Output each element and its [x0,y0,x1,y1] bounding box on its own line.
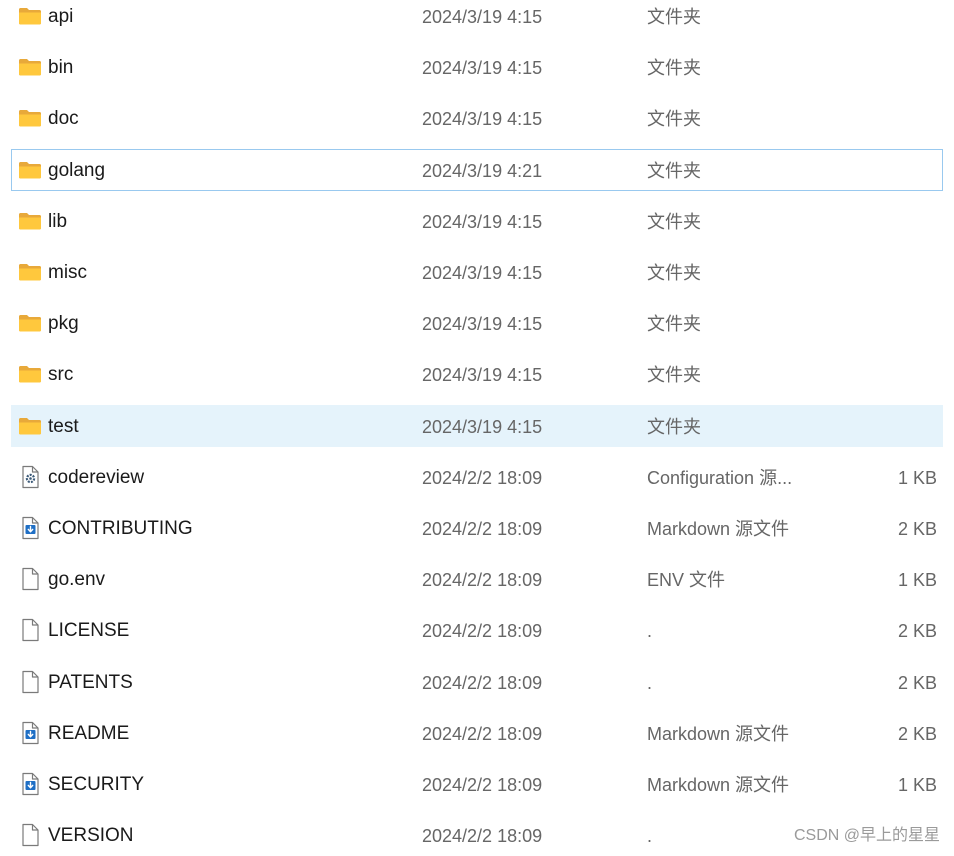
file-name: codereview [48,467,145,488]
file-name: bin [48,57,74,78]
config-file-icon [18,465,42,489]
file-row-go-env[interactable]: go.env 2024/2/2 18:09 ENV 文件 1 KB [11,558,943,600]
folder-icon [18,260,42,284]
file-name: LICENSE [48,620,130,641]
file-name: golang [48,160,106,181]
blank-file-icon [18,618,42,642]
file-date-modified: 2024/3/19 4:15 [422,365,543,385]
file-row-lib[interactable]: lib 2024/3/19 4:15 文件夹 [11,200,943,242]
file-size: 1 KB [897,468,937,488]
file-type: 文件夹 [647,58,701,78]
folder-icon [18,106,42,130]
file-type: 文件夹 [647,109,701,129]
folder-icon [18,158,42,182]
blank-file-icon [18,567,42,591]
markdown-file-icon [18,772,42,796]
file-type: 文件夹 [647,161,701,181]
file-row-api[interactable]: api 2024/3/19 4:15 文件夹 [11,0,943,37]
file-name: PATENTS [48,672,133,693]
file-name: doc [48,108,79,129]
file-date-modified: 2024/3/19 4:15 [422,212,543,232]
file-name: misc [48,262,88,283]
file-row-bin[interactable]: bin 2024/3/19 4:15 文件夹 [11,46,943,88]
file-type: Markdown 源文件 [647,519,790,539]
file-name: README [48,723,130,744]
folder-icon [18,414,42,438]
file-type: ENV 文件 [647,570,726,590]
file-name: CONTRIBUTING [48,518,193,539]
file-row-golang[interactable]: golang 2024/3/19 4:21 文件夹 [11,149,943,191]
file-type: Markdown 源文件 [647,775,790,795]
file-type: 文件夹 [647,7,701,27]
file-name: src [48,364,74,385]
file-name: pkg [48,313,79,334]
file-date-modified: 2024/3/19 4:15 [422,58,543,78]
file-type: . [647,673,653,693]
file-row-patents[interactable]: PATENTS 2024/2/2 18:09. 2 KB [11,661,943,703]
file-name: test [48,416,79,437]
file-date-modified: 2024/3/19 4:15 [422,109,543,129]
file-size: 2 KB [897,519,937,539]
file-type: 文件夹 [647,314,701,334]
file-date-modified: 2024/2/2 18:09 [422,621,543,641]
file-date-modified: 2024/3/19 4:15 [422,314,543,334]
file-date-modified: 2024/3/19 4:15 [422,7,543,27]
file-date-modified: 2024/3/19 4:21 [422,161,543,181]
file-size: 1 KB [897,775,937,795]
file-type: 文件夹 [647,263,701,283]
folder-icon [18,209,42,233]
file-row-license[interactable]: LICENSE 2024/2/2 18:09. 2 KB [11,609,943,651]
file-row-readme[interactable]: README 2024/2/2 18:09 Markdown 源文件 2 KB [11,712,943,754]
file-row-doc[interactable]: doc 2024/3/19 4:15 文件夹 [11,97,943,139]
file-name: go.env [48,569,106,590]
blank-file-icon [18,823,42,847]
file-type: 文件夹 [647,212,701,232]
file-type: 文件夹 [647,417,701,437]
file-size: 2 KB [897,621,937,641]
file-name: VERSION [48,825,134,846]
file-date-modified: 2024/2/2 18:09 [422,724,543,744]
file-row-src[interactable]: src 2024/3/19 4:15 文件夹 [11,353,943,395]
file-row-misc[interactable]: misc 2024/3/19 4:15 文件夹 [11,251,943,293]
file-type: . [647,826,653,846]
file-name: lib [48,211,68,232]
file-date-modified: 2024/2/2 18:09 [422,468,543,488]
folder-icon [18,362,42,386]
file-name: SECURITY [48,774,145,795]
blank-file-icon [18,670,42,694]
file-row-security[interactable]: SECURITY 2024/2/2 18:09 Markdown 源文件 1 KB [11,763,943,805]
file-date-modified: 2024/2/2 18:09 [422,826,543,846]
file-row-pkg[interactable]: pkg 2024/3/19 4:15 文件夹 [11,302,943,344]
file-type: . [647,621,653,641]
file-type: 文件夹 [647,365,701,385]
file-size: 2 KB [897,724,937,744]
file-date-modified: 2024/2/2 18:09 [422,519,543,539]
file-size: 2 KB [897,673,937,693]
file-type: Configuration 源... [647,468,793,488]
watermark: CSDN @早上的星星 [793,827,940,844]
file-type: Markdown 源文件 [647,724,790,744]
file-date-modified: 2024/2/2 18:09 [422,570,543,590]
file-name: api [48,6,74,27]
folder-icon [18,55,42,79]
folder-icon [18,4,42,28]
file-date-modified: 2024/3/19 4:15 [422,417,543,437]
file-row-contributing[interactable]: CONTRIBUTING 2024/2/2 18:09 Markdown 源文件 2 … [11,507,943,549]
file-row-codereview[interactable]: codereview 2024/2/2 18:09 Configuration 源.… [11,456,943,498]
markdown-file-icon [18,721,42,745]
folder-icon [18,311,42,335]
file-size: 1 KB [897,570,937,590]
markdown-file-icon [18,516,42,540]
file-date-modified: 2024/2/2 18:09 [422,775,543,795]
file-row-test[interactable]: test 2024/3/19 4:15 文件夹 [11,405,943,447]
file-date-modified: 2024/3/19 4:15 [422,263,543,283]
file-date-modified: 2024/2/2 18:09 [422,673,543,693]
